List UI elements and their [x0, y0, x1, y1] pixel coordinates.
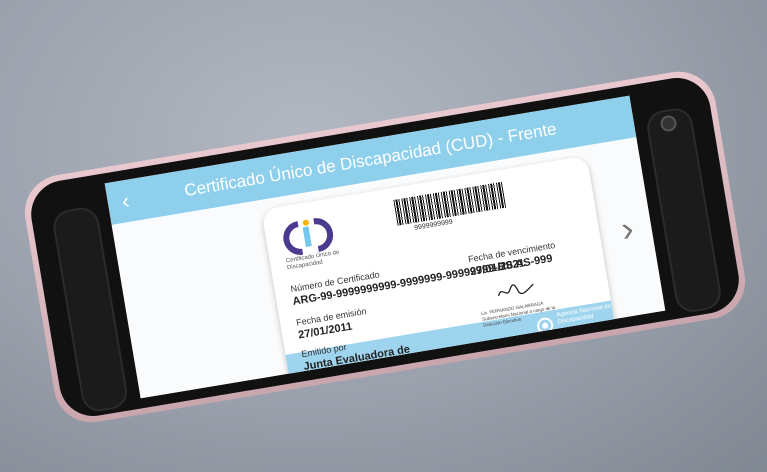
next-button[interactable]: › — [618, 207, 637, 250]
photo-background: ‹ Certificado Único de Discapacidad (CUD… — [0, 0, 767, 472]
back-button[interactable]: ‹ — [120, 188, 132, 215]
signature — [497, 283, 534, 297]
cud-card[interactable]: Certificado Único de Discapacidad 999999… — [261, 155, 618, 393]
app-screen: ‹ Certificado Único de Discapacidad (CUD… — [104, 95, 666, 399]
agency-logo-icon — [537, 317, 554, 334]
phone: ‹ Certificado Único de Discapacidad (CUD… — [19, 65, 751, 429]
